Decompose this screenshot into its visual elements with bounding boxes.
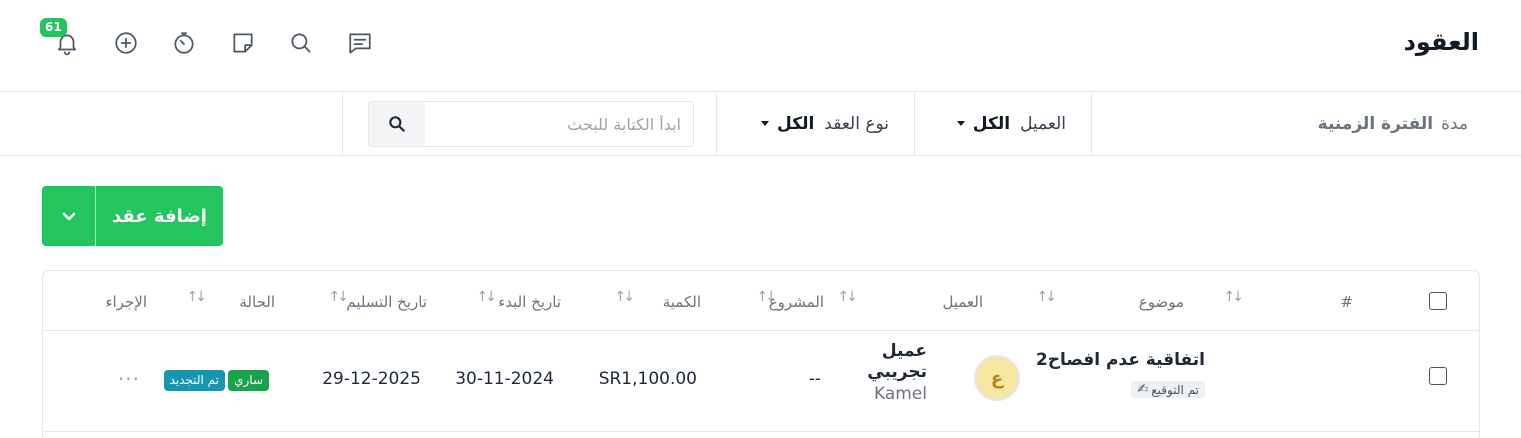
period-filter[interactable]: مدة الفترة الزمنية (1091, 92, 1521, 155)
add-contract-button[interactable]: إضافة عقد (96, 186, 223, 246)
search-icon (389, 116, 405, 132)
search-box (368, 101, 694, 147)
column-header-project[interactable]: المشروع (769, 293, 824, 311)
column-header-start-date[interactable]: تاريخ البدء (498, 293, 561, 311)
sticky-note-icon (233, 33, 253, 53)
column-header-status[interactable]: الحالة (239, 293, 275, 311)
notes-button[interactable] (214, 25, 273, 61)
search-icon (291, 33, 311, 53)
filter-bar: مدة الفترة الزمنية العميل الكل نوع العقد… (0, 92, 1521, 156)
client-name-link[interactable]: عميل تجريبي (867, 341, 927, 383)
sort-icon[interactable]: ↑↓ (1224, 289, 1245, 305)
column-header-subject[interactable]: موضوع (1139, 293, 1184, 311)
signature-icon: ✍ (1137, 382, 1149, 397)
client-name-line-2: تجريبي (867, 362, 927, 382)
table-header: # ↑↓ موضوع ↑↓ العميل ↑↓ المشروع ↑↓ الكمي… (43, 271, 1479, 331)
period-filter-value: الفترة الزمنية (1317, 113, 1434, 134)
select-all-checkbox[interactable] (1429, 292, 1447, 310)
search-area (342, 92, 716, 155)
contract-type-filter-value: الكل (777, 113, 815, 134)
status-badge-active: ساري (228, 370, 269, 391)
plus-circle-icon (115, 32, 137, 54)
page-title: العقود (1403, 28, 1479, 56)
caret-down-icon (956, 121, 965, 126)
client-name-line-1: عميل (881, 341, 927, 361)
row-checkbox[interactable] (1429, 367, 1447, 385)
signed-badge: تم التوقيع ✍ (1131, 381, 1205, 398)
sort-icon[interactable]: ↑↓ (329, 289, 350, 305)
table-row: اتفاقية عدم افصاح2 تم التوقيع ✍ ع عميل ت… (43, 331, 1479, 432)
column-header-client[interactable]: العميل (942, 293, 983, 311)
contracts-table: # ↑↓ موضوع ↑↓ العميل ↑↓ المشروع ↑↓ الكمي… (42, 270, 1480, 438)
add-contract-button-group: إضافة عقد (42, 186, 223, 246)
period-filter-label: مدة (1441, 113, 1468, 134)
sort-icon[interactable]: ↑↓ (1037, 289, 1058, 305)
sort-icon[interactable]: ↑↓ (838, 289, 859, 305)
sort-icon[interactable]: ↑↓ (615, 289, 636, 305)
messages-button[interactable] (331, 25, 390, 61)
chevron-down-icon (62, 212, 75, 221)
client-contact-name: Kamel (873, 384, 927, 404)
delivery-date-value: 29-12-2025 (322, 369, 421, 389)
quick-add-button[interactable] (97, 25, 156, 61)
column-header-amount[interactable]: الكمية (663, 293, 701, 311)
sort-icon[interactable]: ↑↓ (187, 289, 208, 305)
project-value: -- (808, 369, 821, 389)
contract-type-filter-label: نوع العقد (824, 113, 889, 134)
column-header-number[interactable]: # (1340, 293, 1353, 311)
client-filter[interactable]: العميل الكل (914, 92, 1091, 155)
column-header-action: الإجراء (105, 293, 148, 311)
search-submit-button[interactable] (369, 102, 425, 146)
chat-icon (349, 33, 371, 54)
column-header-delivery-date[interactable]: تاريخ التسليم (346, 293, 427, 311)
start-date-value: 30-11-2024 (455, 369, 554, 389)
avatar[interactable]: ع (974, 355, 1020, 401)
contract-type-filter[interactable]: نوع العقد الكل (716, 92, 914, 155)
sort-icon[interactable]: ↑↓ (757, 289, 778, 305)
add-contract-dropdown-button[interactable] (42, 186, 96, 246)
notifications-button[interactable]: 61 (38, 18, 97, 61)
status-badge-renewed: تم التجديد (163, 370, 225, 391)
notification-count-badge: 61 (40, 18, 67, 37)
contract-subject-link[interactable]: اتفاقية عدم افصاح2 (1036, 350, 1205, 370)
row-actions-menu[interactable]: ... (118, 361, 140, 385)
signed-label: تم التوقيع (1151, 382, 1199, 397)
client-cell: عميل تجريبي Kamel (867, 341, 927, 404)
client-filter-value: الكل (972, 113, 1011, 134)
sort-icon[interactable]: ↑↓ (477, 289, 498, 305)
caret-down-icon (761, 121, 770, 126)
search-button[interactable] (272, 25, 331, 61)
timer-button[interactable] (155, 25, 214, 61)
amount-value: SR1,100.00 (598, 369, 697, 389)
top-bar: العقود 61 (0, 0, 1521, 92)
avatar-letter: ع (990, 367, 1004, 389)
header-icons: 61 (38, 18, 390, 61)
timer-icon (174, 32, 194, 54)
search-input[interactable] (425, 102, 693, 146)
client-filter-label: العميل (1020, 113, 1066, 134)
